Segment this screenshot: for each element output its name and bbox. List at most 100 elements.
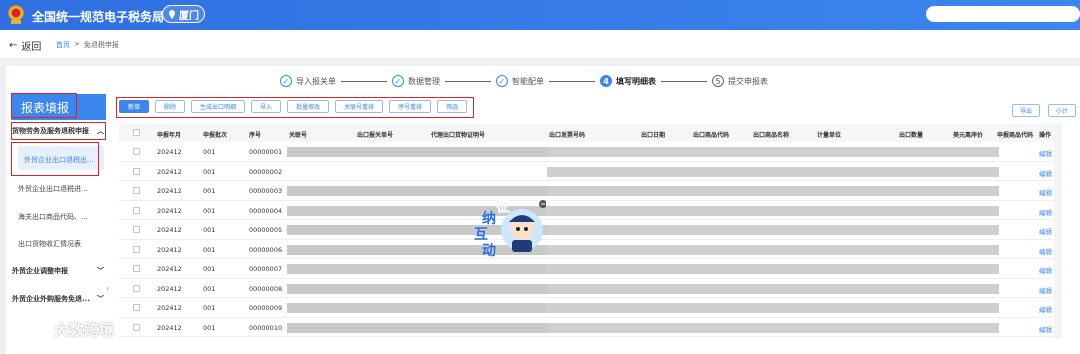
sidebar-item-forex[interactable]: 出口货物收汇情况表	[18, 239, 104, 249]
row-checkbox[interactable]	[133, 284, 140, 292]
step-match[interactable]: ✓ 智能配单	[496, 75, 544, 87]
app-title: 全国统一规范电子税务局	[32, 10, 165, 24]
col-header[interactable]: 申报年月	[157, 130, 181, 139]
assistant-mascot-widget[interactable]: 征 纳 互 动	[474, 196, 547, 260]
cell-batch: 001	[203, 226, 216, 234]
sidebar-collapse-icon[interactable]: ‹	[106, 284, 109, 293]
check-icon: ✓	[280, 75, 292, 87]
col-header[interactable]: 申报商品代码	[997, 130, 1037, 139]
step-import[interactable]: ✓ 导入报关单	[280, 75, 336, 87]
step-submit[interactable]: 5 提交申报表	[712, 75, 768, 87]
table-body: 202412 001 00000001 编辑 202412 001 00000002 编辑 …	[119, 142, 1054, 337]
edit-link[interactable]: 编辑	[1039, 246, 1052, 256]
tax-emblem-icon	[8, 5, 24, 24]
table-row[interactable]: 202412 001 00000001 编辑	[119, 142, 1054, 162]
row-checkbox[interactable]	[133, 265, 140, 272]
table-row[interactable]: 202412 001 00000007 编辑	[119, 259, 1054, 279]
edit-link[interactable]: 编辑	[1039, 207, 1052, 217]
row-checkbox[interactable]	[133, 187, 140, 194]
col-header[interactable]: 出口商品代码	[693, 130, 729, 139]
col-header[interactable]: 代理出口货物证明号	[431, 130, 485, 139]
cell-seq: 00000005	[249, 226, 283, 234]
redacted-block	[287, 186, 547, 196]
step-connector	[661, 80, 707, 82]
redacted-block	[287, 264, 547, 274]
col-header[interactable]: 出口商品名称	[753, 130, 789, 139]
col-header[interactable]: 申报批次	[203, 130, 227, 139]
col-header[interactable]: 出口数量	[899, 130, 923, 139]
step-label: 数据管理	[408, 76, 440, 86]
row-checkbox[interactable]	[133, 206, 140, 214]
highlight-box	[11, 142, 99, 176]
col-header[interactable]: 出口报关单号	[357, 130, 393, 139]
step-label: 智能配单	[512, 76, 544, 86]
check-icon: ✓	[496, 75, 508, 87]
redacted-block	[547, 147, 999, 157]
sidebar-item-export-purchase[interactable]: 外贸企业出口退税进...	[18, 184, 104, 194]
step-connector	[445, 80, 491, 82]
table-row[interactable]: 202412 001 00000002 编辑	[119, 162, 1054, 181]
sidebar-item-customs-code[interactable]: 海关出口商品代码、...	[18, 212, 104, 222]
cell-batch: 001	[203, 323, 216, 332]
cell-seq: 00000010	[249, 323, 283, 332]
group-label: 外贸企业调整申报	[12, 267, 68, 275]
col-header[interactable]: 序号	[249, 130, 261, 139]
row-checkbox[interactable]	[133, 245, 140, 253]
edit-link[interactable]: 编辑	[1039, 168, 1052, 178]
edit-link[interactable]: 编辑	[1039, 226, 1052, 236]
location-pin-icon	[169, 9, 175, 19]
mascot-text: 动	[482, 243, 496, 259]
cell-seq: 00000006	[249, 245, 283, 254]
back-button[interactable]: ← 返回	[9, 38, 41, 53]
breadcrumb-home[interactable]: 首页	[56, 40, 70, 50]
subtotal-button[interactable]: 小计	[1048, 104, 1076, 117]
cell-batch: 001	[203, 148, 216, 156]
col-header[interactable]: 美元离岸价	[953, 130, 983, 139]
cell-ym: 202412	[157, 206, 182, 215]
city-selector[interactable]: 厦门	[162, 5, 205, 23]
col-header[interactable]: 关联号	[289, 130, 307, 139]
arrow-left-icon: ←	[9, 40, 18, 51]
table-row[interactable]: 202412 001 00000006 编辑	[119, 240, 1054, 259]
table-row[interactable]: 202412 001 00000005 编辑	[119, 220, 1054, 240]
edit-link[interactable]: 编辑	[1039, 148, 1052, 158]
sidebar-group-services[interactable]: 外贸企业外购服务免退... ﹀	[12, 294, 104, 304]
cell-ym: 202412	[157, 245, 182, 254]
row-checkbox[interactable]	[133, 148, 140, 155]
item-label: 海关出口商品代码、...	[18, 213, 88, 221]
edit-link[interactable]: 编辑	[1039, 265, 1052, 275]
table-row[interactable]: 202412 001 00000010 编辑	[119, 318, 1054, 337]
row-checkbox[interactable]	[133, 323, 140, 331]
table-row[interactable]: 202412 001 00000003 编辑	[119, 181, 1054, 201]
export-button[interactable]: 导出	[1012, 104, 1040, 117]
cell-batch: 001	[203, 304, 216, 312]
cell-ym: 202412	[157, 284, 182, 293]
back-label: 返回	[21, 42, 42, 53]
row-checkbox[interactable]	[133, 167, 140, 175]
edit-link[interactable]: 编辑	[1039, 304, 1052, 314]
redacted-block	[547, 303, 999, 313]
redacted-block	[547, 244, 999, 255]
col-header[interactable]: 出口日期	[641, 130, 665, 139]
sidebar-group-adjust[interactable]: 外贸企业调整申报 ﹀	[12, 266, 104, 276]
edit-link[interactable]: 编辑	[1039, 285, 1052, 295]
col-header[interactable]: 出口发票号码	[549, 130, 585, 139]
row-checkbox[interactable]	[133, 226, 140, 233]
user-info-bar[interactable]	[926, 6, 1080, 22]
select-all-checkbox[interactable]	[133, 129, 140, 136]
vertical-scrollbar[interactable]	[1054, 124, 1062, 339]
table-row[interactable]: 202412 001 00000008 编辑	[119, 279, 1054, 298]
watermark-text: 大数跨境	[54, 320, 115, 339]
edit-link[interactable]: 编辑	[1039, 324, 1052, 334]
cell-seq: 00000007	[249, 265, 283, 273]
step-data[interactable]: ✓ 数据管理	[392, 75, 440, 87]
edit-link[interactable]: 编辑	[1039, 187, 1052, 197]
step-fill-detail[interactable]: 4 填写明细表	[600, 75, 656, 87]
col-header[interactable]: 计量单位	[817, 130, 841, 139]
step-number: 4	[600, 75, 612, 87]
table-row[interactable]: 202412 001 00000009 编辑	[119, 298, 1054, 318]
table-row[interactable]: 202412 001 00000004 编辑	[119, 201, 1054, 220]
row-checkbox[interactable]	[133, 304, 140, 311]
redacted-block	[547, 205, 999, 216]
top-header: 全国统一规范电子税务局 厦门	[0, 0, 1080, 30]
